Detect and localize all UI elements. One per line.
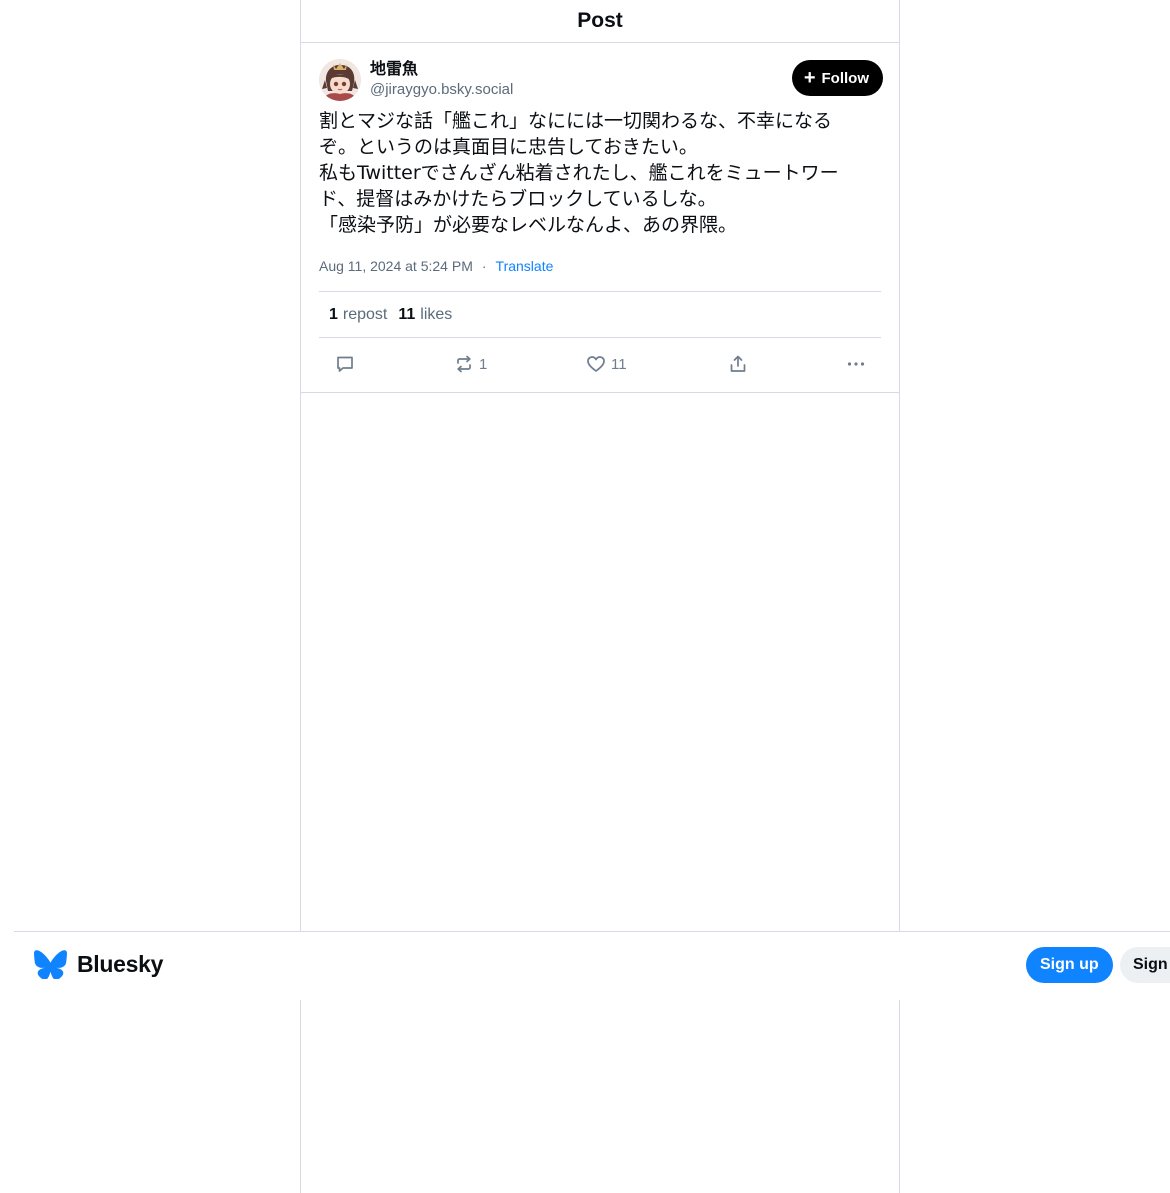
reposts-label: repost	[342, 305, 388, 323]
reposts-count: 1	[329, 305, 338, 323]
main-column: Post 地雷魚 @jiraygyo.bsky.social + Follow …	[300, 0, 900, 1193]
avatar-image	[319, 59, 361, 101]
post-actions-row: 1 11	[301, 338, 899, 393]
post-meta-row: Aug 11, 2024 at 5:24 PM · Translate	[319, 256, 881, 276]
like-count: 11	[611, 355, 627, 373]
brand[interactable]: Bluesky	[34, 950, 163, 979]
likes-stat[interactable]: 11 likes	[398, 306, 452, 324]
share-icon	[730, 355, 746, 372]
post-stats-row: 1 repost 11 likes	[319, 292, 881, 337]
more-options-button[interactable]	[846, 354, 866, 374]
share-button[interactable]	[728, 354, 748, 374]
reply-button[interactable]	[335, 354, 355, 374]
sign-up-button[interactable]: Sign up	[1026, 947, 1113, 983]
likes-label: likes	[420, 305, 453, 323]
page-title: Post	[577, 9, 623, 32]
like-button[interactable]: 11	[586, 354, 627, 374]
plus-icon: +	[803, 67, 816, 89]
bluesky-butterfly-icon	[34, 950, 67, 979]
follow-button-label: Follow	[821, 69, 870, 87]
repost-button[interactable]: 1	[454, 354, 487, 374]
reposts-stat[interactable]: 1 repost	[329, 306, 387, 324]
meta-separator: ·	[481, 258, 487, 274]
post-text: 割とマジな話「艦これ」なにには一切関わるな、不幸になる ぞ。というのは真面目に忠…	[319, 110, 839, 236]
page-header: Post	[301, 0, 899, 43]
logged-out-bottom-bar: Bluesky Sign up Sign in	[14, 931, 1170, 1000]
repost-icon	[457, 355, 471, 373]
more-icon	[847, 362, 865, 366]
follow-button[interactable]: + Follow	[791, 60, 883, 96]
post-timestamp[interactable]: Aug 11, 2024 at 5:24 PM	[319, 258, 473, 274]
page: Post 地雷魚 @jiraygyo.bsky.social + Follow …	[0, 0, 1170, 1193]
translate-link[interactable]: Translate	[496, 258, 554, 274]
post-thread-item: 地雷魚 @jiraygyo.bsky.social + Follow 割とマジな…	[301, 43, 899, 393]
sign-in-button[interactable]: Sign in	[1120, 947, 1170, 983]
avatar[interactable]	[319, 59, 361, 101]
heart-icon	[587, 356, 605, 372]
repost-count: 1	[479, 355, 488, 373]
likes-count: 11	[398, 305, 416, 323]
brand-name: Bluesky	[77, 951, 164, 977]
reply-icon	[337, 356, 353, 372]
